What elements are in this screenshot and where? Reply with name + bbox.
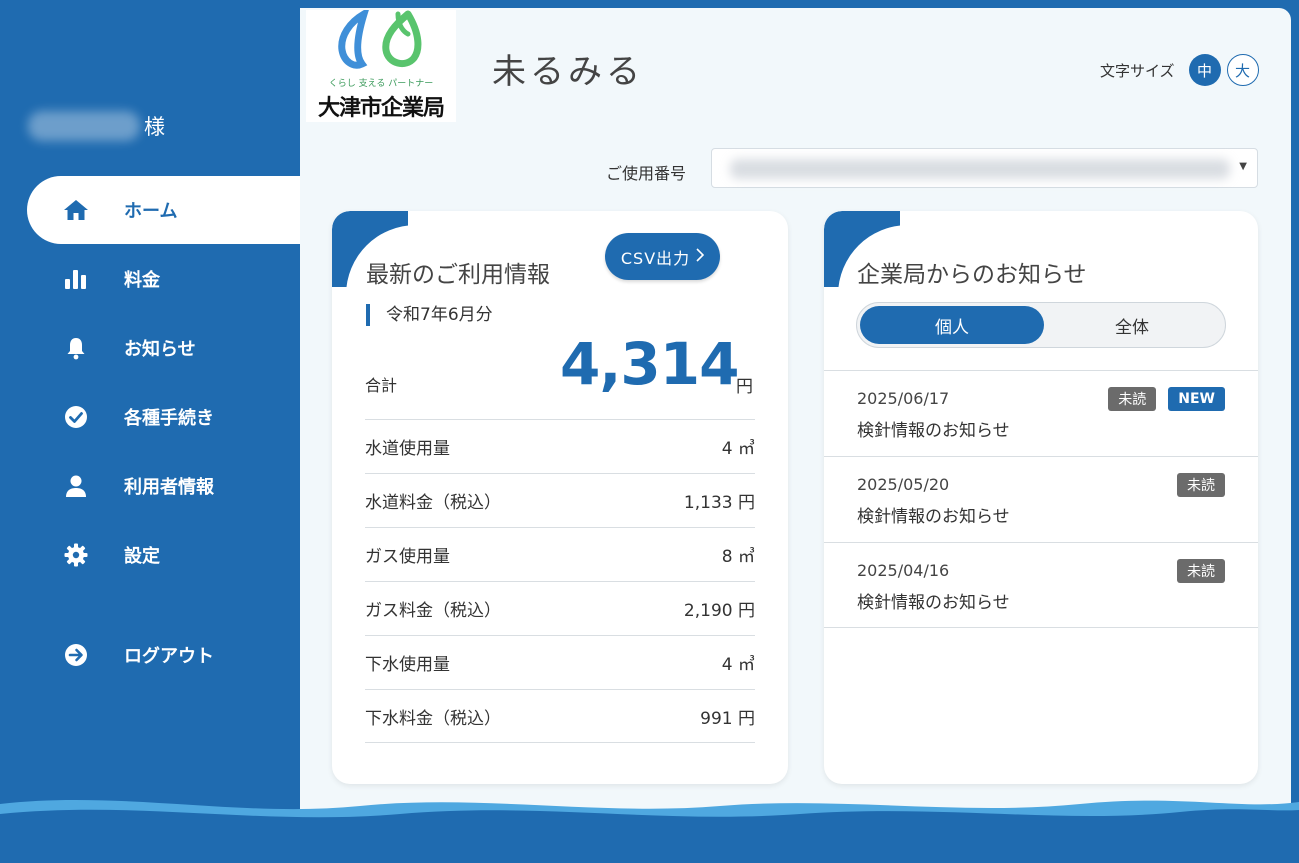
usage-row-label: 水道料金（税込） [365, 493, 501, 513]
redacted-user-name [28, 111, 140, 141]
total-label: 合計 [365, 376, 398, 395]
logo-name: 大津市企業局 [317, 96, 445, 121]
bar-chart-icon [62, 265, 90, 293]
usage-detail-list: 水道使用量 4 ㎥ 水道料金（税込） 1,133 円 ガス使用量 8 ㎥ ガス料金（税… [365, 419, 755, 743]
usage-row-label: ガス使用量 [365, 547, 450, 567]
usage-row-value: 991 円 [700, 708, 755, 729]
notice-list: 2025/06/17 検針情報のお知らせ 未読 NEW 2025/05/20 検… [824, 370, 1258, 628]
sidebar-item-procedures[interactable]: 各種手続き [0, 383, 300, 451]
font-size-label: 文字サイズ [1100, 61, 1175, 80]
bell-icon [62, 334, 90, 362]
notice-item[interactable]: 2025/04/16 検針情報のお知らせ 未読 [824, 542, 1258, 628]
usage-row: 水道使用量 4 ㎥ [365, 419, 755, 473]
user-name: 様 [28, 108, 165, 144]
wave-decoration [0, 799, 1299, 863]
sidebar-item-label: 各種手続き [124, 408, 214, 429]
notice-title: 検針情報のお知らせ [857, 421, 1010, 441]
sidebar-item-label: 利用者情報 [124, 477, 214, 498]
tab-all[interactable]: 全体 [1040, 306, 1224, 344]
logo-caption: くらし 支える パートナー [328, 79, 434, 89]
notice-title: 検針情報のお知らせ [857, 593, 1010, 613]
sidebar-item-label: ホーム [124, 201, 178, 222]
logout-label: ログアウト [124, 646, 214, 667]
otsu-logo: くらし 支える パートナー 大津市企業局 [306, 10, 456, 122]
notice-date: 2025/05/20 [857, 475, 950, 494]
usage-row-value: 4 ㎥ [721, 439, 755, 459]
notice-badges: 未読 NEW [1108, 387, 1225, 411]
notice-badges: 未読 [1177, 559, 1225, 583]
total-amount: 4,314 [560, 330, 739, 398]
new-badge: NEW [1168, 387, 1225, 411]
notice-item[interactable]: 2025/06/17 検針情報のお知らせ 未読 NEW [824, 370, 1258, 456]
home-icon [62, 196, 90, 224]
notice-badges: 未読 [1177, 473, 1225, 497]
usage-number-select[interactable]: ▼ [711, 148, 1258, 188]
caret-down-icon: ▼ [1239, 161, 1247, 172]
font-size-control: 文字サイズ 中 大 [1100, 54, 1259, 86]
usage-row-value: 2,190 円 [683, 601, 755, 621]
usage-row-label: ガス料金（税込） [365, 601, 501, 621]
app-title: 未るみる [492, 52, 644, 92]
usage-row: 水道料金（税込） 1,133 円 [365, 473, 755, 527]
total-unit: 円 [736, 377, 753, 397]
billing-period: 令和7年6月分 [366, 304, 493, 326]
tab-personal[interactable]: 個人 [860, 306, 1044, 344]
notice-item[interactable]: 2025/05/20 検針情報のお知らせ 未読 [824, 456, 1258, 542]
usage-row: ガス使用量 8 ㎥ [365, 527, 755, 581]
csv-export-button[interactable]: CSV出力 [605, 233, 720, 280]
usage-row: 下水料金（税込） 991 円 [365, 689, 755, 743]
sidebar-item-settings[interactable]: 設定 [0, 521, 300, 589]
notice-tabs: 個人 全体 [856, 302, 1226, 348]
sidebar-item-label: 設定 [124, 546, 160, 567]
usage-row-value: 4 ㎥ [721, 655, 755, 675]
notice-date: 2025/06/17 [857, 389, 950, 408]
font-size-medium-button[interactable]: 中 [1188, 54, 1221, 86]
user-icon [62, 472, 90, 500]
sidebar-item-label: 料金 [124, 270, 160, 291]
notice-date: 2025/04/16 [857, 561, 950, 580]
usage-number-label: ご使用番号 [606, 164, 687, 183]
csv-export-label: CSV出力 [620, 248, 691, 268]
sidebar-item-billing[interactable]: 料金 [0, 245, 300, 313]
sidebar-item-home[interactable]: ホーム [27, 176, 300, 244]
usage-row-label: 水道使用量 [365, 439, 450, 459]
water-drop-logo-icon [338, 10, 422, 69]
usage-row: ガス料金（税込） 2,190 円 [365, 581, 755, 635]
notices-title: 企業局からのお知らせ [857, 262, 1087, 288]
sidebar: 様 ホーム 料金 お知らせ 各種手続き 利用者情報 設定 ログアウト [0, 0, 300, 863]
sidebar-nav: ホーム 料金 お知らせ 各種手続き 利用者情報 設定 ログアウト [0, 176, 300, 690]
logout-button[interactable]: ログアウト [0, 621, 300, 689]
redacted-usage-number [730, 159, 1230, 179]
logout-arrow-icon [62, 641, 90, 669]
sidebar-item-user-info[interactable]: 利用者情報 [0, 452, 300, 520]
font-size-large-button[interactable]: 大 [1226, 54, 1259, 86]
usage-row-label: 下水使用量 [365, 655, 450, 675]
unread-badge: 未読 [1177, 559, 1225, 583]
usage-row-value: 1,133 円 [683, 493, 755, 513]
unread-badge: 未読 [1177, 473, 1225, 497]
user-honorific: 様 [144, 115, 165, 139]
unread-badge: 未読 [1108, 387, 1157, 411]
sidebar-item-notices[interactable]: お知らせ [0, 314, 300, 382]
chevron-right-icon [696, 247, 705, 266]
sidebar-item-label: お知らせ [124, 339, 196, 360]
gear-icon [62, 541, 90, 569]
usage-row-label: 下水料金（税込） [365, 708, 501, 729]
usage-row: 下水使用量 4 ㎥ [365, 635, 755, 689]
latest-usage-title: 最新のご利用情報 [366, 262, 550, 288]
check-circle-icon [62, 403, 90, 431]
notice-title: 検針情報のお知らせ [857, 507, 1010, 527]
usage-row-value: 8 ㎥ [721, 547, 755, 567]
